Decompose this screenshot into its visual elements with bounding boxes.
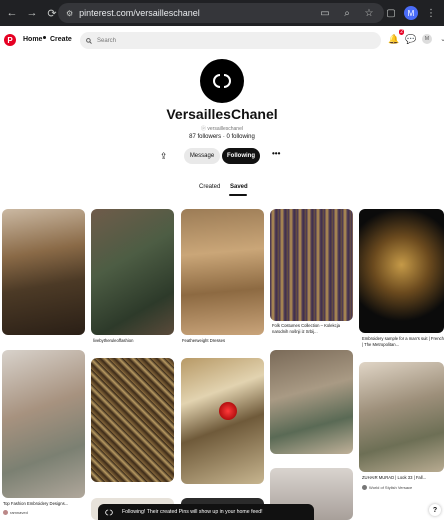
messages-icon[interactable]: 💬 <box>405 33 417 45</box>
toast-text: Following! Their created Pins will show … <box>122 509 263 515</box>
home-indicator-dot <box>43 36 47 39</box>
pin-image[interactable] <box>2 350 85 498</box>
browser-toolbar: ← → ⟳ ⚙ pinterest.com/versailleschanel ▭… <box>0 0 444 26</box>
pin-image[interactable] <box>91 358 174 482</box>
back-icon[interactable]: ← <box>2 3 22 23</box>
url-text: pinterest.com/versailleschanel <box>79 8 200 18</box>
bookmark-star-icon[interactable]: ☆ <box>360 3 378 23</box>
follow-stats[interactable]: 87 followers · 0 following <box>0 134 444 140</box>
pin-image[interactable] <box>270 209 353 321</box>
message-button[interactable]: Message <box>184 148 220 164</box>
notifications-icon[interactable]: 🔔 2 <box>388 29 404 45</box>
profile-handle: ⓟ versailleschanel <box>201 126 243 132</box>
search-icon <box>86 37 92 44</box>
pinterest-small-icon: ⓟ <box>201 126 207 132</box>
chevron-down-icon[interactable]: ⌄ <box>437 33 444 45</box>
search-placeholder: Search <box>97 37 117 44</box>
help-button[interactable]: ? <box>429 504 441 516</box>
pin-image[interactable] <box>91 209 174 335</box>
pin-author[interactable]: ramnaved <box>3 510 28 515</box>
nav-create[interactable]: Create <box>50 36 72 43</box>
share-icon[interactable]: ⇪ <box>160 151 168 162</box>
tab-saved[interactable]: Saved <box>230 184 248 190</box>
pin-author[interactable]: World of Stylish Versace <box>362 485 412 490</box>
browser-profile-avatar[interactable]: M <box>404 6 418 20</box>
chanel-logo-icon <box>105 509 113 515</box>
following-button[interactable]: Following <box>222 148 260 164</box>
red-rose-icon <box>219 402 237 420</box>
extensions-icon[interactable]: ▢ <box>382 3 400 23</box>
install-icon[interactable]: ▭ <box>316 3 334 23</box>
author-avatar <box>362 485 367 490</box>
pin-caption[interactable]: Top Fashion Embroidery Designs... <box>3 501 86 507</box>
pin-image[interactable] <box>270 350 353 454</box>
profile-name: VersaillesChanel <box>166 106 278 122</box>
pin-image[interactable] <box>359 362 444 472</box>
site-info-icon[interactable]: ⚙ <box>66 9 73 18</box>
nav-home[interactable]: Home <box>23 36 47 43</box>
pin-caption[interactable]: livebytheruleoffashion <box>93 338 175 344</box>
pin-image[interactable] <box>359 209 444 333</box>
pin-image[interactable] <box>181 358 264 484</box>
menu-icon[interactable]: ⋮ <box>422 3 440 23</box>
pin-image[interactable] <box>181 209 264 335</box>
pin-image[interactable] <box>2 209 85 335</box>
pinterest-logo[interactable]: P <box>4 34 16 46</box>
user-avatar[interactable]: M <box>422 34 432 44</box>
search-input[interactable]: Search <box>80 32 381 49</box>
tab-created[interactable]: Created <box>199 184 220 190</box>
author-avatar <box>3 510 8 515</box>
pin-caption[interactable]: Embroidery sample for a man's suit | Fre… <box>362 336 444 348</box>
pin-caption[interactable]: Featherweight Dresses <box>182 338 264 344</box>
chanel-logo-icon <box>213 74 231 88</box>
notification-badge: 2 <box>399 29 404 35</box>
pin-caption[interactable]: ZUHAIR MURAD | Look 33 | Fall... <box>362 475 444 481</box>
follow-toast: Following! Their created Pins will show … <box>98 504 314 520</box>
pin-caption[interactable]: Folk Costumes Collection – Kolekcja naro… <box>272 323 354 335</box>
zoom-icon[interactable]: ⌕ <box>338 3 356 23</box>
profile-avatar <box>200 59 244 103</box>
more-options-icon[interactable]: ••• <box>272 149 280 158</box>
active-tab-underline <box>229 194 247 196</box>
forward-icon[interactable]: → <box>22 3 42 23</box>
